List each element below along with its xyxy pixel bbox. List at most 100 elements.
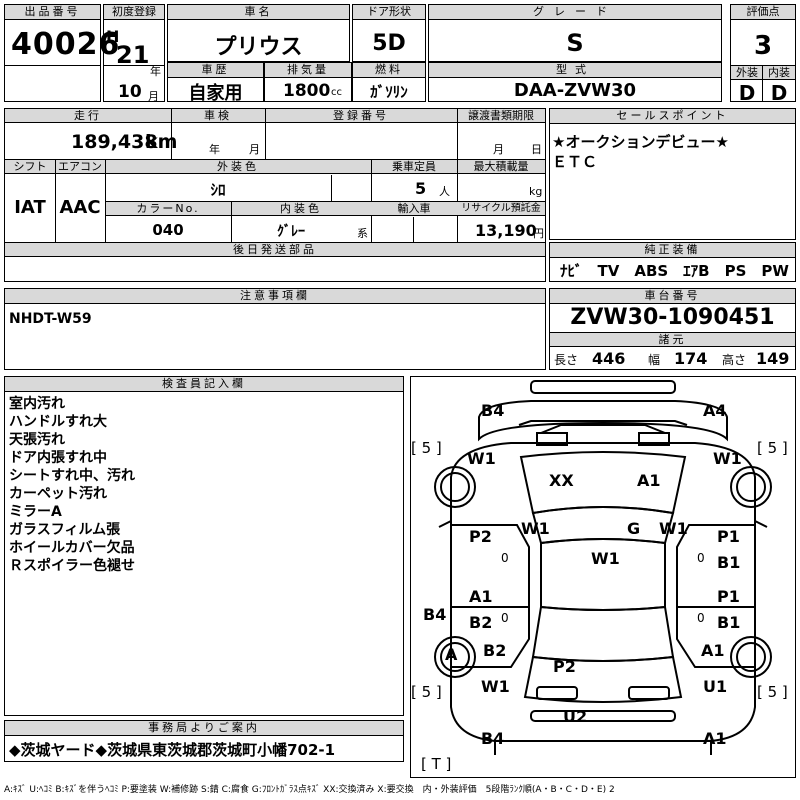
door-value: 5D <box>372 31 406 56</box>
shift-label: シフト <box>13 160 47 173</box>
fuel-value: ｶﾞｿﾘﾝ <box>370 83 408 101</box>
car-outline <box>434 380 772 755</box>
interior-label: 内装 <box>768 66 790 79</box>
width-value: 174 <box>674 349 708 368</box>
mark-b4-left-side: B4 <box>423 605 447 624</box>
grade-label: グレード <box>429 5 721 20</box>
mark-b1-right-front-door: B1 <box>717 553 741 572</box>
first-reg-month: 10 <box>118 82 142 102</box>
history-box: 車歴 自家用 <box>167 62 264 104</box>
transfer-label: 譲渡書類期限 <box>468 109 534 122</box>
inspection-month-unit: 月 <box>249 143 260 156</box>
door-label: ドア形状 <box>353 5 425 20</box>
car-name: プリウス <box>214 35 303 60</box>
mark-b2-left-rear: B2 <box>483 641 507 660</box>
car-name-box: 車名 プリウス <box>167 4 350 62</box>
score-value: 3 <box>753 31 773 61</box>
caution-label: 注意事項欄 <box>5 289 545 304</box>
width-label: 幅 <box>648 353 661 367</box>
mark-w1-left-rear: W1 <box>481 677 510 696</box>
sales-box: セールスポイント ★オークションデビュー★ ＥＴＣ <box>549 108 796 240</box>
mark-a-left-rear-wheel: A <box>445 645 458 664</box>
office-text: ◆茨城ヤード◆茨城県東茨城郡茨城町小幡702-1 <box>9 741 336 759</box>
mark-b4-top-left: B4 <box>481 401 505 420</box>
note-item: 天張汚れ <box>9 432 65 448</box>
car-name-label: 車名 <box>168 5 349 20</box>
ac-value: AAC <box>59 197 101 218</box>
mark-zero-left-front: 0 <box>501 551 509 565</box>
caution-text: NHDT-W59 <box>9 311 92 327</box>
displacement-unit: cc <box>331 87 342 98</box>
mark-w1-front-left: W1 <box>467 449 496 468</box>
mark-zero-right-front: 0 <box>697 551 705 565</box>
capacity-value: 5 <box>415 179 427 198</box>
interior-value: D <box>770 81 788 105</box>
mark-w1-pillar-right: W1 <box>659 519 688 538</box>
mark-p2-left-front-door: P2 <box>469 527 492 546</box>
lot-label: 出品番号 <box>5 5 100 20</box>
note-item: ミラーA <box>9 504 62 520</box>
first-reg-label: 初度登録 <box>104 5 164 20</box>
caution-box: 注意事項欄 NHDT-W59 <box>4 288 546 370</box>
chassis-label: 車台番号 <box>550 289 795 304</box>
specs-label: 諸元 <box>550 333 795 347</box>
mark-tread-rr: [ 5 ] <box>757 683 788 701</box>
reg-no-label: 登録番号 <box>333 109 389 122</box>
load-unit: kg <box>529 185 543 198</box>
model-value: DAA-ZVW30 <box>513 80 637 101</box>
model-label: 型式 <box>429 63 721 78</box>
height-label: 高さ <box>722 353 747 367</box>
grade-box: グレード S <box>428 4 722 62</box>
int-color-unit: 系 <box>357 227 368 240</box>
inspector-notes: 室内汚れ ハンドルすれ大 天張汚れ ドア内張すれ中 シートすれ中、汚れ カーペッ… <box>9 395 135 575</box>
note-item: ドア内張すれ中 <box>9 450 107 466</box>
later-parts-label: 後日発送部品 <box>5 243 545 257</box>
length-value: 446 <box>592 349 626 368</box>
inspection-year-unit: 年 <box>209 143 220 156</box>
mark-b4-bottom-left: B4 <box>481 729 505 748</box>
color-no-label: カラーNo. <box>136 202 200 215</box>
car-diagram: B4 A4 [ 5 ] [ 5 ] W1 W1 XX A1 W1 G W1 W1… <box>410 376 796 778</box>
mark-w1-pillar-left: W1 <box>521 519 550 538</box>
sales-label: セールスポイント <box>550 109 795 124</box>
int-color-label: 内装色 <box>280 202 322 215</box>
mark-spare: [ T ] <box>421 755 452 773</box>
ext-color-label: 外装色 <box>217 160 259 173</box>
note-item: ホイールカバー欠品 <box>9 540 135 556</box>
mark-p1-right-front-door: P1 <box>717 527 740 546</box>
ext-color-value: ｼﾛ <box>210 181 226 199</box>
capacity-label: 乗車定員 <box>392 160 436 173</box>
score-box: 評価点 3 外装 内装 D D <box>730 4 796 105</box>
office-box: 事務局よりご案内 ◆茨城ヤード◆茨城県東茨城郡茨城町小幡702-1 <box>4 720 404 762</box>
mark-zero-right-rear: 0 <box>697 611 705 625</box>
equipment-label: 純正装備 <box>550 243 795 258</box>
displacement-value: 1800 <box>283 81 331 101</box>
mark-tread-fr: [ 5 ] <box>757 439 788 457</box>
mark-p1-right-rear-door: P1 <box>717 587 740 606</box>
mark-a1-hood: A1 <box>637 471 661 490</box>
ac-label: エアコン <box>58 160 102 173</box>
equipment-box: 純正装備 ﾅﾋﾞ TV ABS ｴｱB PS PW <box>549 242 796 282</box>
mark-w1-roof: W1 <box>591 549 620 568</box>
mileage-unit: km <box>145 131 178 153</box>
model-box: 型式 DAA-ZVW30 <box>428 62 722 102</box>
mark-tread-fl: [ 5 ] <box>411 439 442 457</box>
mark-a1-right-rear: A1 <box>701 641 725 660</box>
length-label: 長さ <box>554 353 579 367</box>
transfer-month-unit: 月 <box>493 143 504 156</box>
mark-zero-left-rear: 0 <box>501 611 509 625</box>
fuel-box: 燃料 ｶﾞｿﾘﾝ <box>352 62 426 102</box>
displacement-label: 排気量 <box>265 63 351 78</box>
mid-table: 走行 車検 登録番号 譲渡書類期限 189,438 km 年 月 月 日 シフト… <box>4 108 546 282</box>
import-label: 輸入車 <box>397 202 431 215</box>
exterior-value: D <box>738 81 756 105</box>
history-value: 自家用 <box>188 83 243 104</box>
recycle-value: 13,190 <box>475 221 537 240</box>
mark-w1-front-right: W1 <box>713 449 742 468</box>
note-item: ハンドルすれ大 <box>9 414 107 430</box>
mark-b1-right-rear-door: B1 <box>717 613 741 632</box>
exterior-label: 外装 <box>736 66 758 79</box>
recycle-label: リサイクル預託金 <box>461 203 541 214</box>
chassis-box: 車台番号 ZVW30-1090451 諸元 長さ 446 幅 174 高さ 14… <box>549 288 796 370</box>
history-label: 車歴 <box>168 63 263 78</box>
